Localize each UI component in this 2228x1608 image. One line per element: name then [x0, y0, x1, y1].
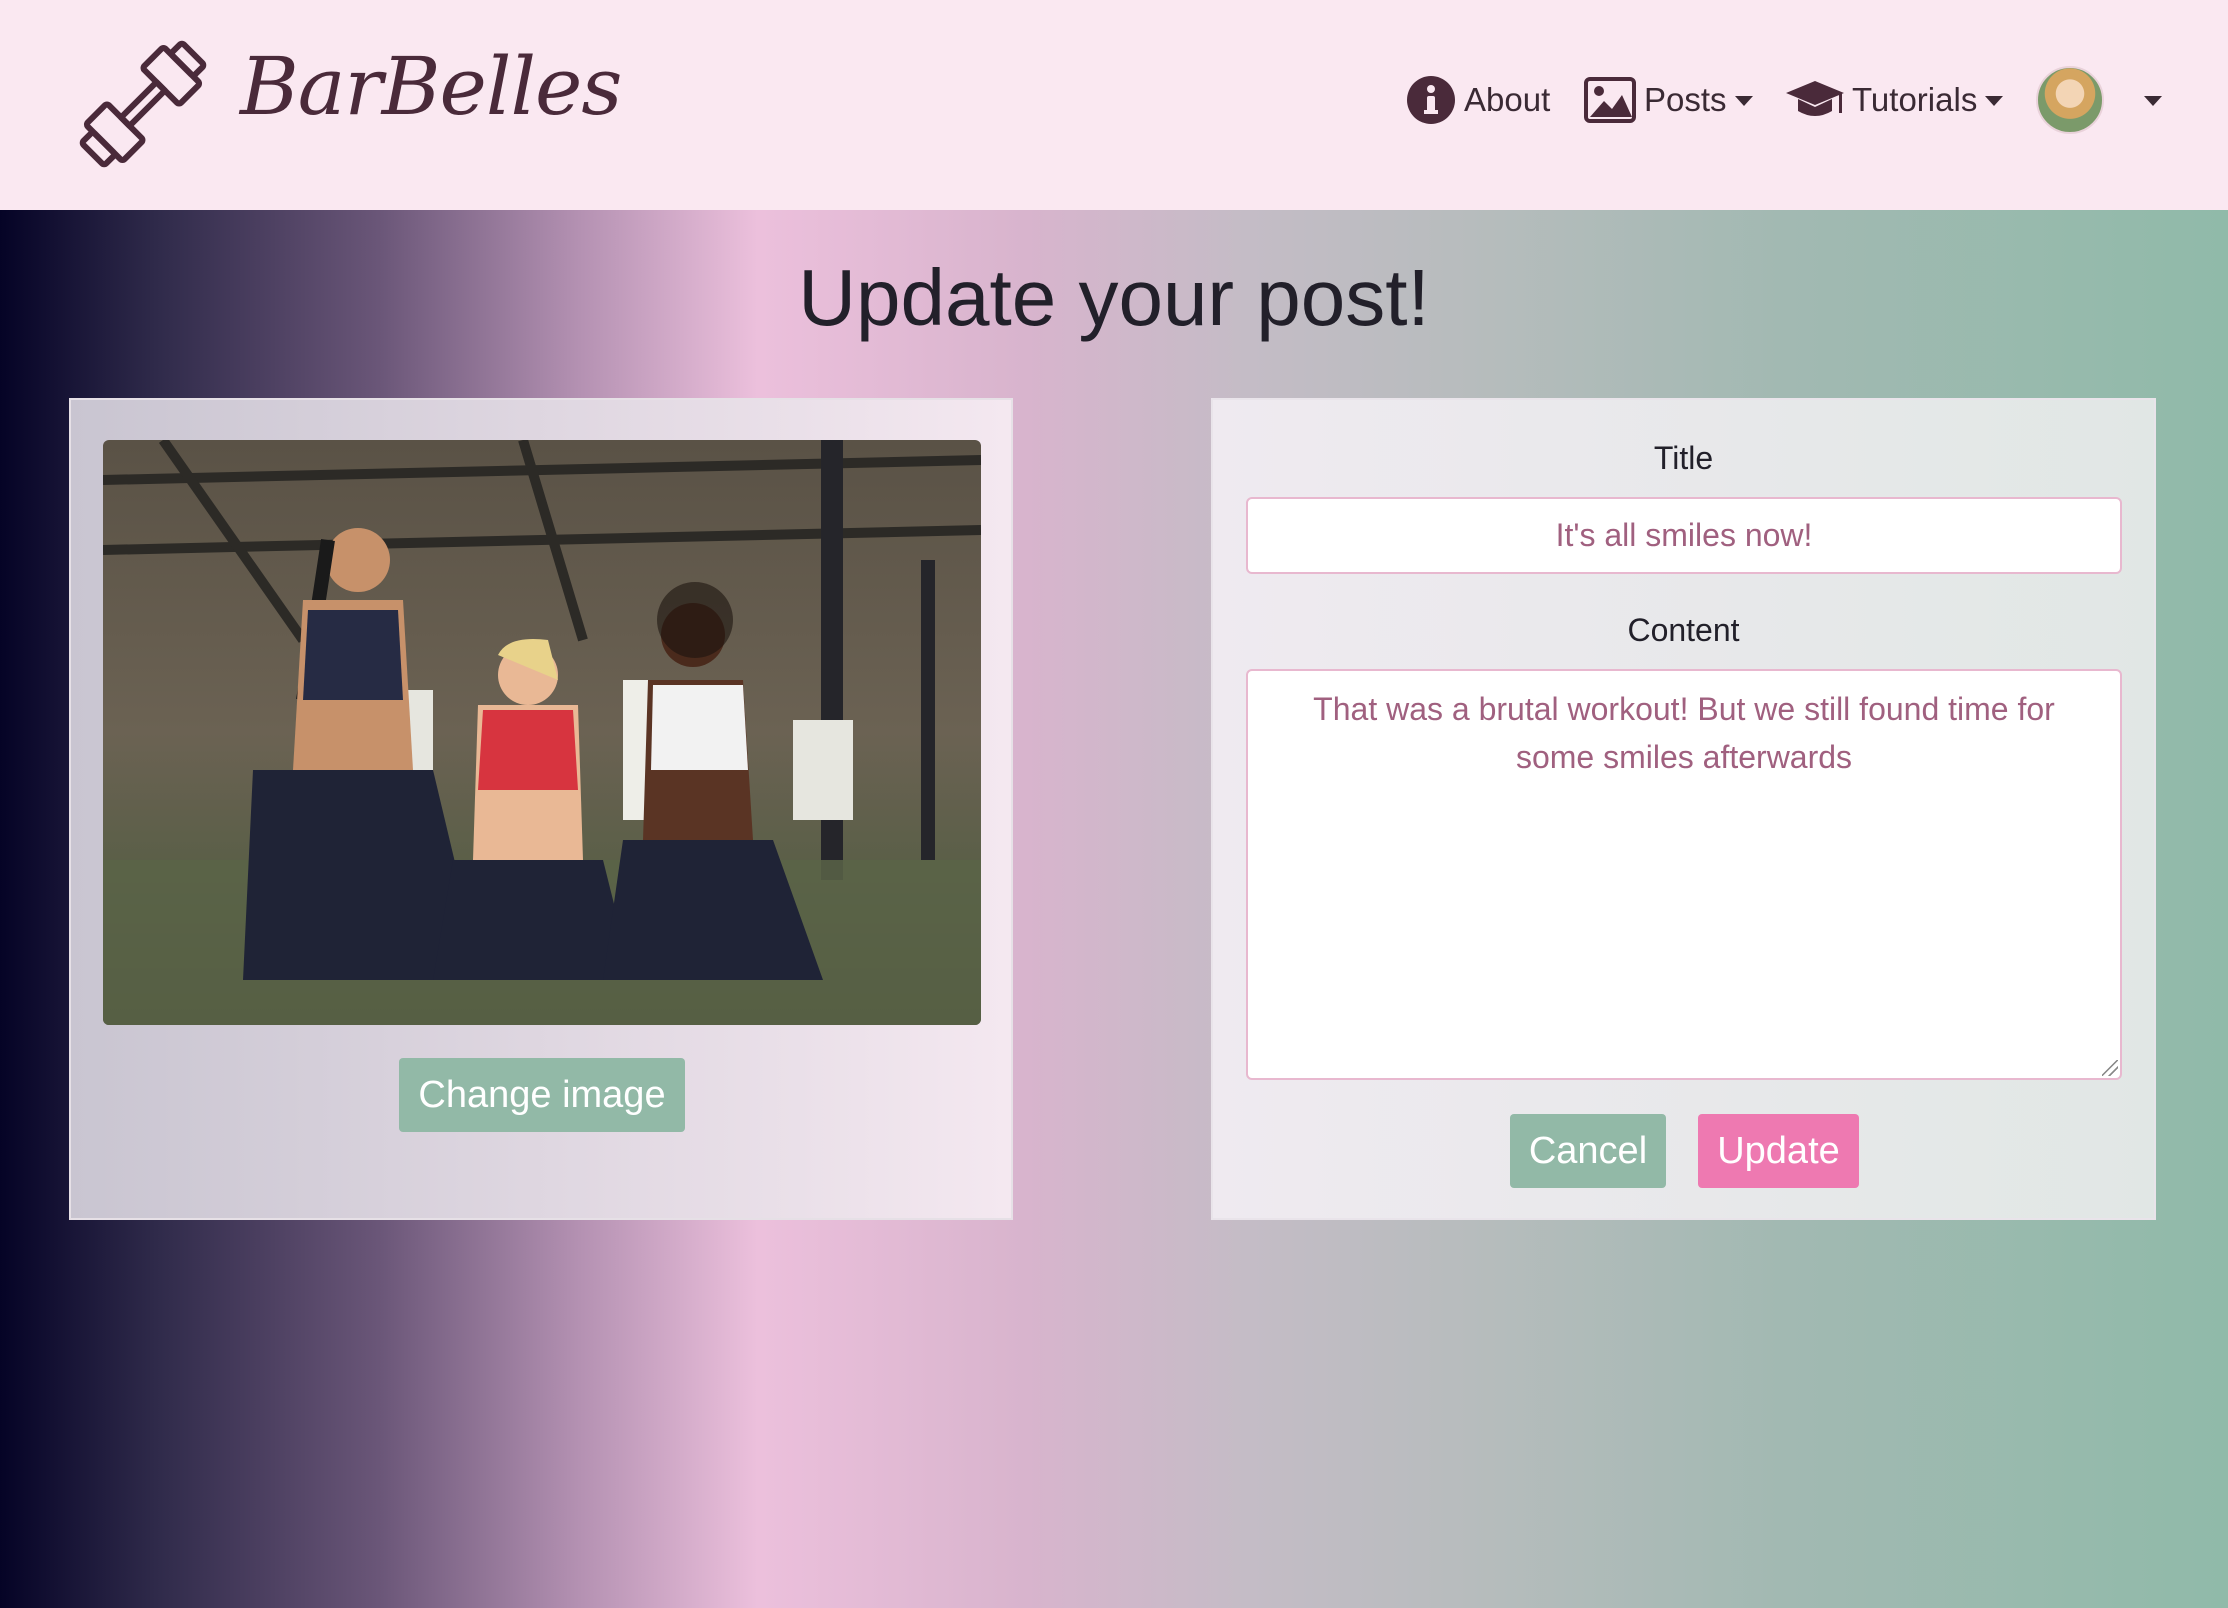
graduation-cap-icon — [1786, 81, 1844, 116]
resize-handle-icon[interactable] — [2102, 1060, 2118, 1076]
nav-posts-label: Posts — [1644, 81, 1727, 118]
title-input[interactable]: It's all smiles now! — [1246, 497, 2122, 574]
content-textarea[interactable]: That was a brutal workout! But we still … — [1246, 669, 2122, 1080]
content-label: Content — [1627, 612, 1740, 648]
content-text: That was a brutal workout! But we still … — [1313, 691, 2055, 775]
update-button[interactable]: Update — [1698, 1114, 1859, 1188]
nav-tutorials-label: Tutorials — [1852, 81, 1978, 118]
chevron-down-icon — [1985, 96, 2004, 106]
info-icon — [1407, 76, 1455, 124]
image-icon — [1584, 77, 1636, 123]
avatar — [2036, 66, 2104, 134]
brand-name[interactable]: BarBelles — [240, 40, 622, 133]
nav-about[interactable]: About — [1406, 72, 1550, 128]
title-label: Title — [1653, 440, 1714, 476]
chevron-down-icon — [1734, 96, 1753, 106]
user-menu-dropdown[interactable] — [2036, 66, 2162, 134]
dumbbell-logo-icon[interactable] — [58, 20, 228, 188]
nav-tutorials-dropdown[interactable]: Tutorials — [1784, 72, 2004, 128]
nav-about-label: About — [1464, 81, 1551, 118]
nav-posts-dropdown[interactable]: Posts — [1584, 72, 1753, 128]
navbar: BarBelles About Posts Tutorials — [0, 0, 2228, 210]
image-card: Change image — [69, 398, 1013, 1220]
change-image-button[interactable]: Change image — [399, 1058, 685, 1132]
chevron-down-icon — [2144, 96, 2162, 106]
cancel-button[interactable]: Cancel — [1510, 1114, 1666, 1188]
post-form-card: Title It's all smiles now! Content That … — [1211, 398, 2156, 1220]
post-image — [103, 440, 981, 1025]
page-title: Update your post! — [798, 253, 1430, 342]
